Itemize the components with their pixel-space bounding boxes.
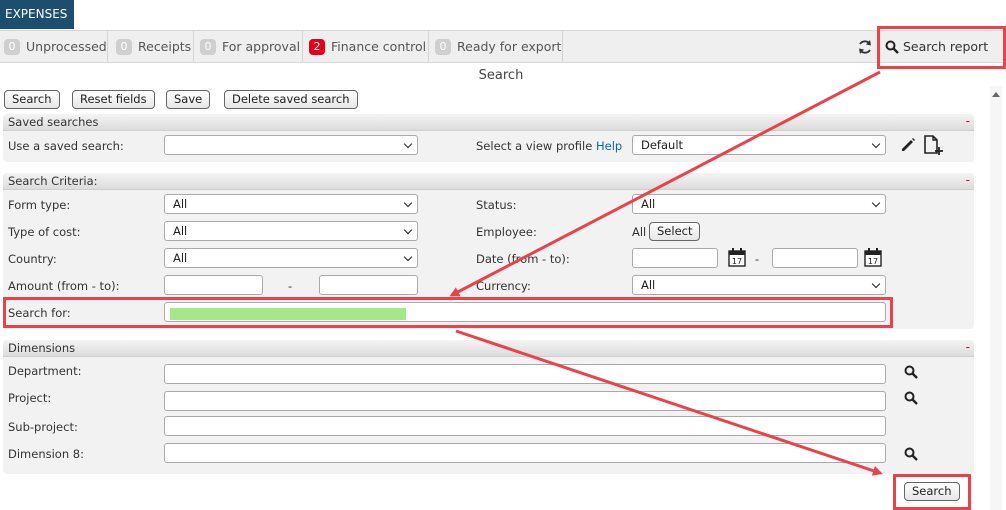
calendar-icon[interactable]: 17 [727, 247, 747, 268]
project-input[interactable] [164, 391, 886, 411]
search-icon[interactable] [904, 365, 918, 379]
status-label: Status: [476, 198, 517, 212]
panel-header: Dimensions - [3, 340, 974, 357]
status-select[interactable]: All [632, 194, 886, 214]
form-type-label: Form type: [8, 198, 71, 212]
tab-unprocessed[interactable]: 0 Unprocessed [0, 31, 108, 62]
country-select[interactable]: All [164, 248, 418, 268]
tab-count-badge: 0 [4, 38, 20, 55]
reset-fields-button[interactable]: Reset fields [72, 90, 155, 109]
tab-label: Receipts [138, 39, 192, 54]
department-input[interactable] [164, 364, 886, 384]
use-saved-search-label: Use a saved search: [8, 139, 124, 153]
collapse-button[interactable]: - [966, 113, 970, 130]
annotation-box-search-report [877, 26, 1006, 69]
type-of-cost-select[interactable]: All [164, 221, 418, 241]
currency-label: Currency: [476, 279, 531, 293]
tab-receipts[interactable]: 0 Receipts [108, 31, 194, 62]
amount-from-input[interactable] [164, 275, 263, 295]
annotation-box-search-button [893, 474, 971, 510]
search-button[interactable]: Search [4, 90, 60, 109]
search-icon[interactable] [904, 447, 918, 461]
tab-ready-for-export[interactable]: 0 Ready for export [429, 31, 563, 62]
tab-count-badge: 0 [200, 38, 216, 55]
employee-select-button[interactable]: Select [649, 222, 701, 241]
department-label: Department: [8, 364, 82, 378]
collapse-button[interactable]: - [966, 172, 970, 189]
subproject-label: Sub-project: [8, 420, 78, 434]
amount-to-input[interactable] [319, 275, 418, 295]
saved-searches-panel: Saved searches - Use a saved search: Sel… [3, 114, 974, 162]
annotation-box-search-for [3, 297, 893, 328]
date-separator: - [755, 252, 760, 266]
panel-header: Search Criteria: - [3, 173, 974, 190]
tab-label: For approval [222, 39, 301, 54]
search-icon[interactable] [904, 391, 918, 405]
employee-label: Employee: [476, 225, 537, 239]
scrollbar[interactable] [990, 86, 1002, 510]
date-to-input[interactable] [772, 248, 858, 268]
panel-title: Saved searches [8, 115, 99, 129]
tab-count-badge: 2 [309, 38, 325, 55]
collapse-button[interactable]: - [966, 339, 970, 356]
calendar-day: 17 [732, 257, 742, 266]
saved-search-select[interactable] [164, 135, 418, 155]
help-link[interactable]: Help [596, 139, 622, 153]
new-document-icon[interactable] [922, 134, 944, 156]
view-profile-label: Select a view profile Help [476, 139, 622, 153]
view-profile-select[interactable]: Default [632, 135, 886, 155]
project-label: Project: [8, 391, 52, 405]
tab-label: Finance control [331, 39, 427, 54]
refresh-icon[interactable] [856, 38, 874, 56]
amount-label: Amount (from - to): [8, 279, 120, 293]
type-of-cost-label: Type of cost: [8, 225, 81, 239]
dimensions-panel: Dimensions - Department: Project: Sub-pr… [3, 340, 974, 474]
tab-for-approval[interactable]: 0 For approval [194, 31, 303, 62]
tab-label: Unprocessed [26, 39, 107, 54]
view-profile-text: Select a view profile [476, 139, 593, 153]
calendar-day: 17 [868, 257, 878, 266]
tab-label: Ready for export [457, 39, 562, 54]
page-title: Search [478, 68, 524, 83]
scroll-up-icon[interactable] [990, 88, 1002, 100]
calendar-icon[interactable]: 17 [863, 247, 883, 268]
panel-title: Dimensions [8, 341, 76, 355]
delete-saved-search-button[interactable]: Delete saved search [224, 90, 358, 109]
form-type-select[interactable]: All [164, 194, 418, 214]
dimension8-input[interactable] [164, 443, 886, 463]
tab-finance-control[interactable]: 2 Finance control [303, 31, 429, 62]
panel-header: Saved searches - [3, 114, 974, 131]
tab-count-badge: 0 [435, 38, 451, 55]
currency-select[interactable]: All [632, 275, 886, 295]
pencil-icon[interactable] [900, 137, 916, 153]
save-button[interactable]: Save [166, 90, 211, 109]
amount-separator: - [288, 279, 293, 293]
app-title: EXPENSES [0, 0, 74, 29]
status-tabs: 0 Unprocessed 0 Receipts 0 For approval … [0, 30, 1006, 63]
date-from-input[interactable] [632, 248, 718, 268]
date-label: Date (from - to): [476, 252, 570, 266]
dimension8-label: Dimension 8: [8, 447, 84, 461]
tab-count-badge: 0 [116, 38, 132, 55]
subproject-input[interactable] [164, 416, 886, 436]
panel-title: Search Criteria: [8, 174, 98, 188]
country-label: Country: [8, 252, 57, 266]
employee-value: All [632, 225, 647, 239]
